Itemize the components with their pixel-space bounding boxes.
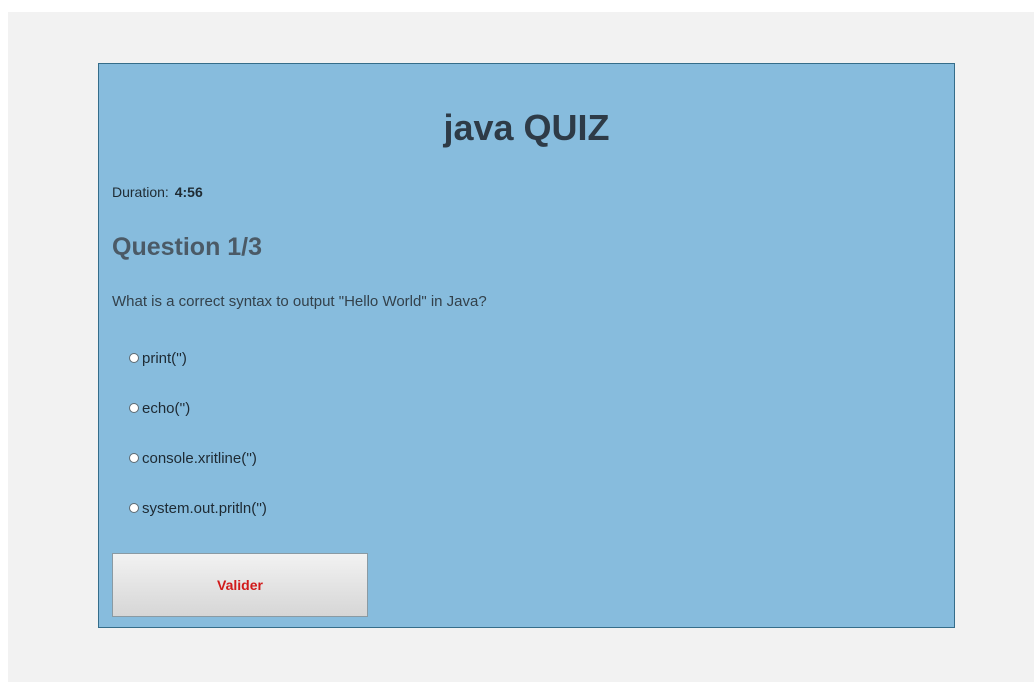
answer-option-label: console.xritline('') xyxy=(142,449,257,467)
answer-option-label: echo('') xyxy=(142,399,191,417)
page-background: java QUIZ Duration: 4:56 Question 1/3 Wh… xyxy=(8,12,1034,682)
quiz-card: java QUIZ Duration: 4:56 Question 1/3 Wh… xyxy=(98,63,955,628)
answer-option-print[interactable]: print('') xyxy=(129,346,267,370)
question-heading: Question 1/3 xyxy=(112,233,263,261)
duration-label: Duration: xyxy=(112,184,169,200)
radio-button[interactable] xyxy=(129,503,139,513)
answer-option-label: system.out.pritln('') xyxy=(142,499,267,517)
radio-button[interactable] xyxy=(129,403,139,413)
answer-option-label: print('') xyxy=(142,349,187,367)
answer-options: print('') echo('') console.xritline('') … xyxy=(129,346,267,546)
valider-button[interactable]: Valider xyxy=(112,553,368,617)
duration-value: 4:56 xyxy=(174,184,203,200)
answer-option-console[interactable]: console.xritline('') xyxy=(129,446,267,470)
question-text: What is a correct syntax to output "Hell… xyxy=(112,293,487,310)
answer-option-system-out[interactable]: system.out.pritln('') xyxy=(129,496,267,520)
radio-button[interactable] xyxy=(129,353,139,363)
quiz-title: java QUIZ xyxy=(443,107,610,148)
answer-option-echo[interactable]: echo('') xyxy=(129,396,267,420)
duration-display: Duration: 4:56 xyxy=(112,182,203,202)
radio-button[interactable] xyxy=(129,453,139,463)
